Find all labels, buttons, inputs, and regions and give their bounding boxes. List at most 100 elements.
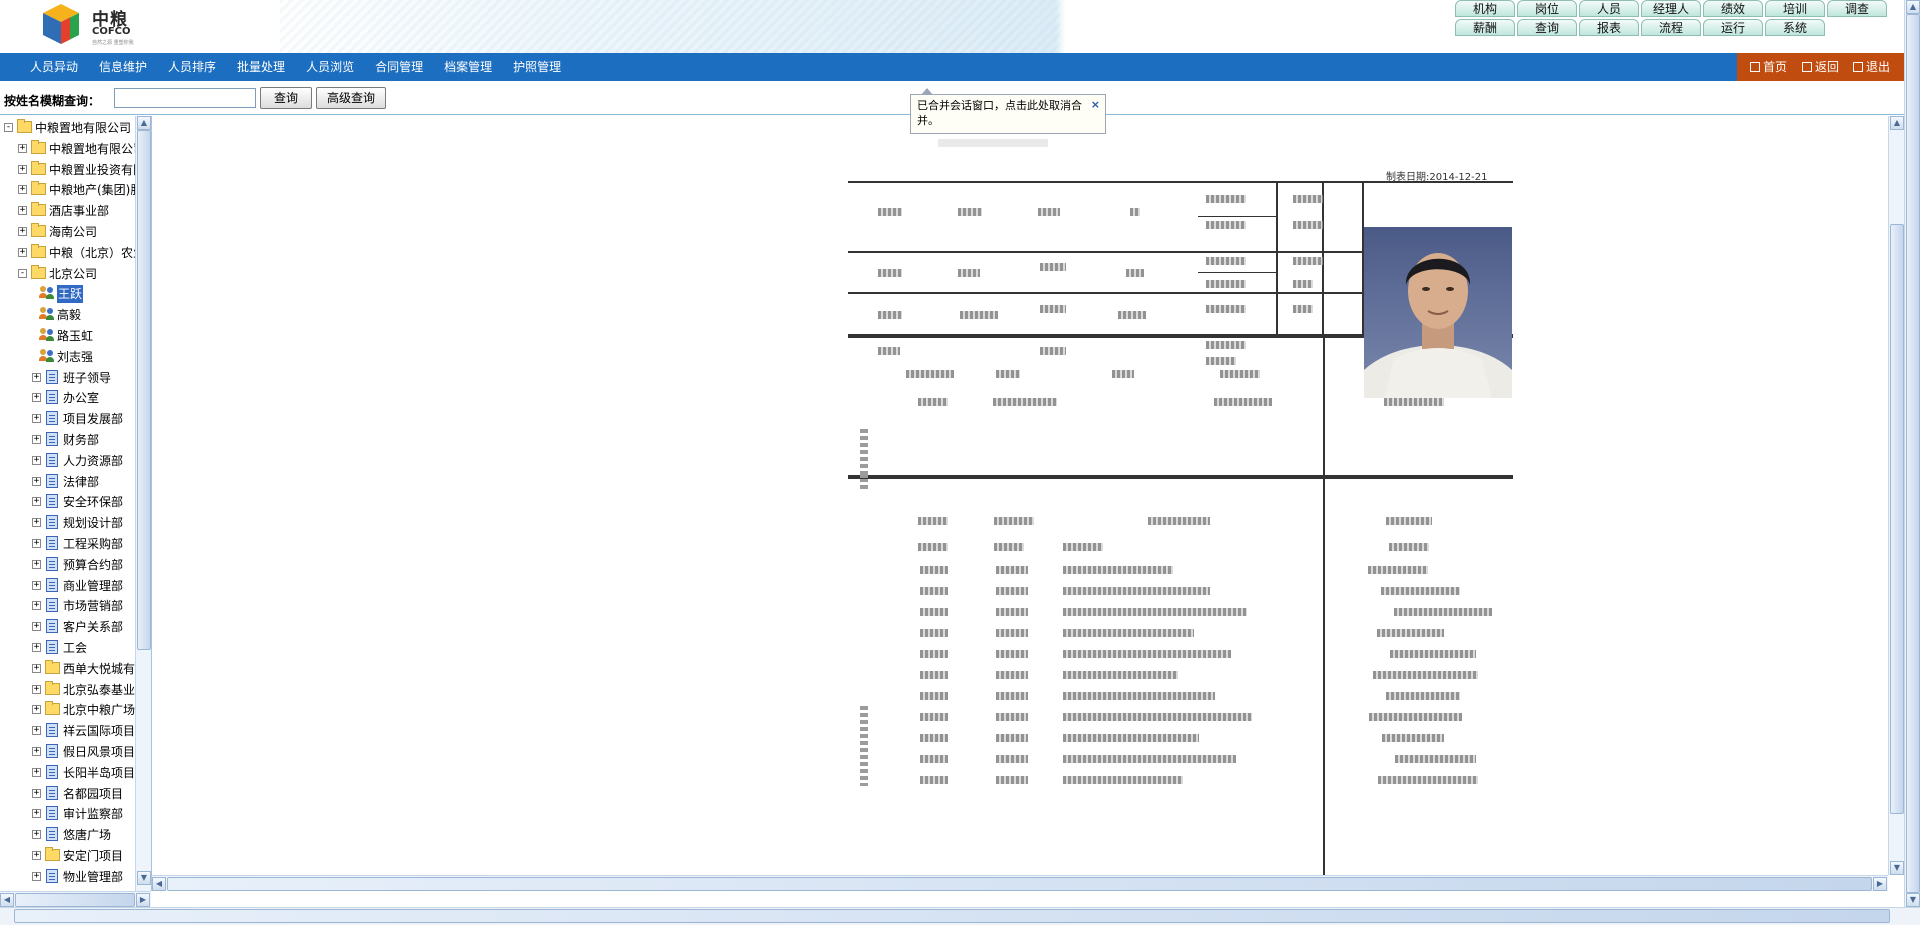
scroll-left-icon[interactable]: ◀ — [0, 893, 14, 907]
top-nav-item[interactable]: 流程 — [1641, 19, 1701, 36]
expand-icon[interactable]: + — [32, 580, 41, 590]
tree-node[interactable]: 刘志强 — [0, 348, 135, 366]
scroll-up-icon[interactable]: ▲ — [137, 116, 151, 130]
expand-icon[interactable]: + — [32, 622, 41, 632]
tree-scroll-thumb[interactable] — [137, 130, 151, 650]
tree-node[interactable]: - 北京公司 — [0, 264, 135, 283]
expand-icon[interactable]: + — [32, 830, 41, 840]
top-nav-item[interactable]: 岗位 — [1517, 0, 1577, 17]
tooltip-close-icon[interactable]: × — [1091, 97, 1100, 112]
tree-node[interactable]: + 中粮地产(集团)股 — [0, 181, 142, 199]
tree-node[interactable]: + 项目发展部 — [0, 410, 135, 428]
tree-node[interactable]: - 中粮置地有限公司 — [0, 119, 135, 137]
tree-node[interactable]: + 安全环保部 — [0, 493, 135, 511]
content-hscroll-thumb[interactable] — [167, 877, 1872, 891]
main-menu-item[interactable]: 档案管理 — [444, 53, 492, 81]
content-horizontal-scrollbar[interactable]: ◀ ▶ — [152, 875, 1888, 891]
tree-node[interactable]: + 商业管理部 — [0, 577, 135, 595]
expand-icon[interactable]: + — [32, 497, 41, 507]
expand-icon[interactable]: + — [18, 227, 27, 236]
expand-icon[interactable]: + — [32, 851, 41, 860]
tree-node[interactable]: + 客户关系部 — [0, 618, 135, 636]
tree-node[interactable]: 路玉虹 — [0, 327, 135, 345]
tree-node[interactable]: + 人力资源部 — [0, 452, 135, 470]
expand-icon[interactable]: + — [32, 601, 41, 611]
content-scroll-thumb[interactable] — [1890, 224, 1904, 814]
expand-icon[interactable]: + — [32, 726, 41, 736]
expand-icon[interactable]: + — [32, 643, 41, 652]
name-search-input[interactable] — [114, 88, 256, 108]
collapse-icon[interactable]: - — [4, 123, 13, 132]
main-menu-item[interactable]: 人员异动 — [30, 53, 78, 81]
top-nav-item[interactable]: 系统 — [1765, 19, 1825, 36]
top-nav-item[interactable]: 经理人 — [1641, 0, 1701, 17]
tree-node[interactable]: + 预算合约部 — [0, 556, 135, 574]
content-scroll-right-icon[interactable]: ▶ — [1873, 877, 1887, 891]
main-menu-item[interactable]: 人员浏览 — [306, 53, 354, 81]
tree-hscroll-thumb[interactable] — [15, 893, 135, 907]
window-horizontal-scrollbar[interactable] — [0, 907, 1920, 925]
tree-node[interactable]: + 中粮置业投资有限 — [0, 160, 145, 179]
tree-node[interactable]: + 长阳半岛项目 — [0, 764, 135, 782]
tree-node[interactable]: 高毅 — [0, 306, 135, 324]
tree-node[interactable]: + 中粮（北京）农业 — [0, 243, 145, 262]
main-menu-item[interactable]: 批量处理 — [237, 53, 285, 81]
expand-icon[interactable]: + — [32, 539, 41, 548]
tree-node[interactable]: + 安定门项目 — [0, 847, 135, 865]
expand-icon[interactable]: + — [32, 663, 41, 673]
scroll-down-icon[interactable]: ▼ — [137, 871, 151, 885]
scroll-right-icon[interactable]: ▶ — [136, 893, 150, 907]
tree-node[interactable]: + 名都园项目 — [0, 785, 135, 803]
top-nav-item[interactable]: 薪酬 — [1455, 19, 1515, 36]
tree-node[interactable]: + 海南公司 — [0, 223, 135, 241]
expand-icon[interactable]: + — [32, 518, 41, 528]
tree-node[interactable]: + 北京弘泰基业房 — [0, 680, 147, 699]
expand-icon[interactable]: + — [32, 871, 41, 881]
tree-node[interactable]: + 工程采购部 — [0, 535, 135, 553]
window-scroll-thumb[interactable] — [1906, 14, 1920, 893]
main-menu-item[interactable]: 人员排序 — [168, 53, 216, 81]
tree-node[interactable]: + 法律部 — [0, 473, 135, 491]
content-scroll-up-icon[interactable]: ▲ — [1890, 116, 1904, 130]
tree-node[interactable]: + 酒店事业部 — [0, 202, 135, 220]
advanced-query-button[interactable]: 高级查询 — [316, 87, 386, 109]
expand-icon[interactable]: + — [18, 247, 27, 257]
back-link[interactable]: 返回 — [1802, 53, 1839, 81]
main-menu-item[interactable]: 合同管理 — [375, 53, 423, 81]
home-link[interactable]: 首页 — [1750, 53, 1787, 81]
top-nav-item[interactable]: 绩效 — [1703, 0, 1763, 17]
main-menu-item[interactable]: 护照管理 — [513, 53, 561, 81]
top-nav-item[interactable]: 运行 — [1703, 19, 1763, 36]
tree-node[interactable]: + 规划设计部 — [0, 514, 135, 532]
expand-icon[interactable]: + — [32, 455, 41, 465]
tree-node[interactable]: + 西单大悦城有限 — [0, 659, 147, 678]
top-nav-item[interactable]: 查询 — [1517, 19, 1577, 36]
tree-vertical-scrollbar[interactable]: ▲ ▼ — [135, 116, 151, 891]
merge-session-tooltip[interactable]: 已合并会话窗口，点击此处取消合并。 × — [910, 88, 1106, 134]
tree-node[interactable]: + 办公室 — [0, 389, 135, 407]
main-menu-item[interactable]: 信息维护 — [99, 53, 147, 81]
expand-icon[interactable]: + — [18, 185, 27, 195]
tree-node[interactable]: + 北京中粮广场发 — [0, 701, 147, 719]
expand-icon[interactable]: + — [32, 684, 41, 694]
expand-icon[interactable]: + — [32, 476, 41, 486]
logout-link[interactable]: 退出 — [1853, 53, 1890, 81]
content-scroll-down-icon[interactable]: ▼ — [1890, 861, 1904, 875]
window-scroll-down-icon[interactable]: ▼ — [1906, 893, 1920, 907]
content-scroll-left-icon[interactable]: ◀ — [152, 877, 166, 891]
expand-icon[interactable]: + — [32, 372, 41, 382]
expand-icon[interactable]: + — [32, 788, 41, 798]
query-button[interactable]: 查询 — [260, 87, 312, 109]
content-vertical-scrollbar[interactable]: ▲ ▼ — [1888, 116, 1904, 875]
tree-node[interactable]: + 审计监察部 — [0, 805, 135, 823]
window-hscroll-thumb[interactable] — [14, 909, 1890, 923]
tree-node[interactable]: + 悠唐广场 — [0, 826, 135, 844]
top-nav-item[interactable]: 调查 — [1827, 0, 1887, 17]
expand-icon[interactable]: + — [32, 809, 41, 819]
window-vertical-scrollbar[interactable]: ▲ ▼ — [1904, 0, 1920, 907]
expand-icon[interactable]: + — [18, 143, 27, 153]
expand-icon[interactable]: + — [32, 414, 41, 424]
tree-node[interactable]: + 工会 — [0, 639, 135, 657]
expand-icon[interactable]: + — [32, 393, 41, 403]
expand-icon[interactable]: + — [32, 559, 41, 569]
